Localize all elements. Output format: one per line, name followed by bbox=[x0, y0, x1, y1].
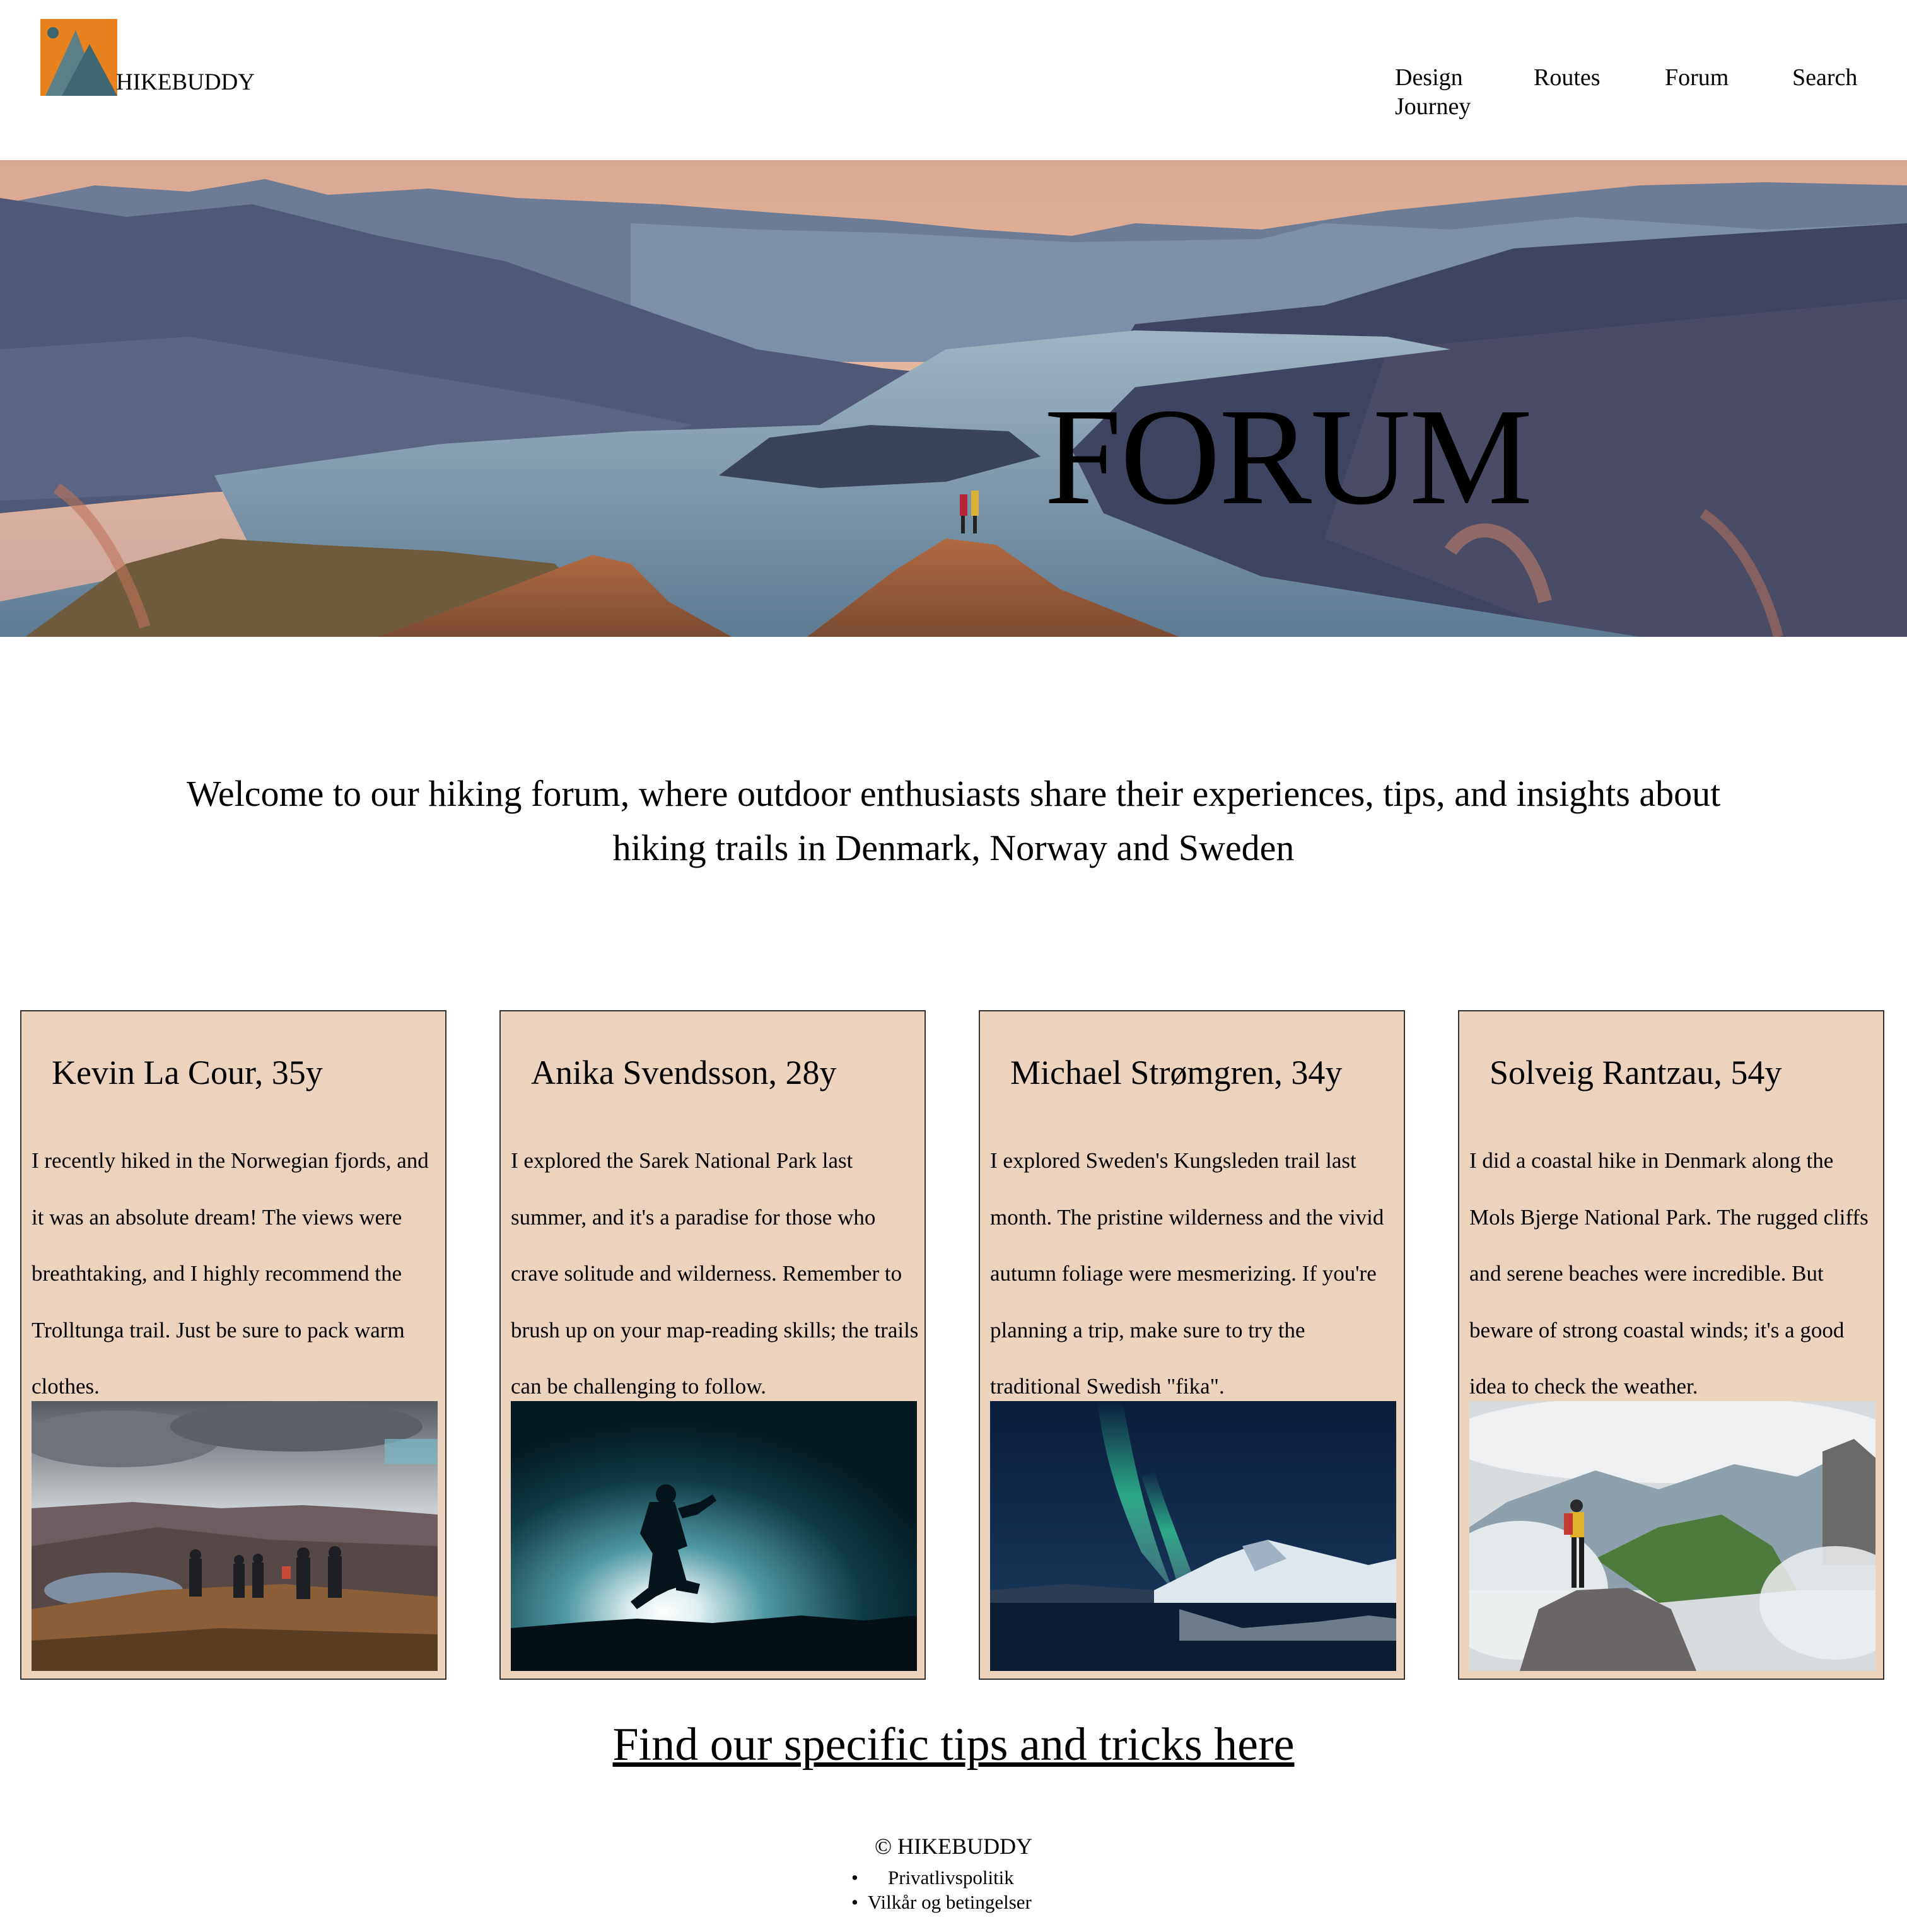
forum-post-card: Anika Svendsson, 28y I explored the Sare… bbox=[499, 1010, 926, 1680]
hero-banner: FORUM bbox=[0, 160, 1907, 637]
footer-link-item: Vilkår og betingelser bbox=[832, 1890, 1032, 1914]
post-text: I explored the Sarek National Park last … bbox=[511, 1148, 919, 1399]
forum-post-card: Solveig Rantzau, 54y I did a coastal hik… bbox=[1458, 1010, 1884, 1680]
forum-post-card: Kevin La Cour, 35y I recently hiked in t… bbox=[20, 1010, 446, 1680]
nav-design-journey[interactable]: Design Journey bbox=[1395, 63, 1490, 121]
post-author: Michael Strømgren, 34y bbox=[1010, 1054, 1343, 1091]
tips-and-tricks-link[interactable]: Find our specific tips and tricks here bbox=[0, 1716, 1907, 1773]
footer-links: Privatlivspolitik Vilkår og betingelser bbox=[832, 1865, 1032, 1914]
hiking-group-photo bbox=[32, 1401, 438, 1671]
northern-lights-photo bbox=[990, 1401, 1396, 1671]
site-header: HIKEBUDDY Design Journey Routes Forum Se… bbox=[0, 0, 1907, 160]
intro-text: Welcome to our hiking forum, where outdo… bbox=[186, 773, 1721, 868]
logo-icon[interactable] bbox=[40, 19, 117, 96]
brand-name[interactable]: HIKEBUDDY bbox=[116, 71, 255, 94]
post-author: Solveig Rantzau, 54y bbox=[1490, 1054, 1782, 1091]
post-author: Anika Svendsson, 28y bbox=[531, 1054, 837, 1091]
footer-link-item: Privatlivspolitik bbox=[832, 1865, 1032, 1890]
terms-conditions-link[interactable]: Vilkår og betingelser bbox=[868, 1891, 1032, 1913]
hero-title: FORUM bbox=[1044, 380, 1532, 533]
hiker-on-rock-photo bbox=[1469, 1401, 1875, 1671]
post-text: I recently hiked in the Norwegian fjords… bbox=[32, 1148, 429, 1399]
privacy-policy-link[interactable]: Privatlivspolitik bbox=[888, 1866, 1014, 1888]
nav-search[interactable]: Search bbox=[1792, 63, 1857, 92]
post-text: I explored Sweden's Kungsleden trail las… bbox=[990, 1148, 1384, 1399]
post-text: I did a coastal hike in Denmark along th… bbox=[1469, 1148, 1869, 1399]
nav-routes[interactable]: Routes bbox=[1534, 63, 1601, 92]
footer-copyright: © HIKEBUDDY bbox=[874, 1834, 1033, 1859]
post-author: Kevin La Cour, 35y bbox=[52, 1054, 323, 1091]
nav-forum[interactable]: Forum bbox=[1665, 63, 1729, 92]
forum-post-card: Michael Strømgren, 34y I explored Sweden… bbox=[979, 1010, 1405, 1680]
jumping-hiker-silhouette-photo bbox=[511, 1401, 917, 1671]
